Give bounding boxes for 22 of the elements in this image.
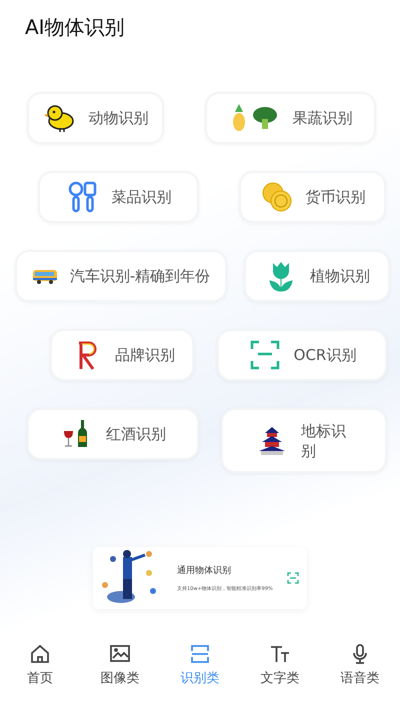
feature-card[interactable]: 菜品识别 <box>38 171 199 223</box>
scan-icon <box>287 572 299 584</box>
nav-tab[interactable]: 语音类 <box>325 643 395 687</box>
feature-card[interactable]: 品牌识别 <box>50 329 194 381</box>
feature-card[interactable]: 汽车识别-精确到年份 <box>15 250 227 302</box>
image-icon <box>109 643 131 665</box>
feature-card[interactable]: 货币识别 <box>239 171 386 223</box>
feature-card[interactable]: 地标识别 <box>221 408 387 473</box>
coins-icon <box>260 180 294 214</box>
banner-title: 通用物体识别 <box>177 564 232 577</box>
home-icon <box>29 643 51 665</box>
nav-tab[interactable]: 首页 <box>5 643 75 687</box>
text-size-icon <box>269 643 291 665</box>
scan-icon <box>189 643 211 665</box>
nav-tab[interactable]: 图像类 <box>85 643 155 687</box>
page-title: AI物体识别 <box>24 14 126 41</box>
feature-card[interactable]: 动物识别 <box>27 92 164 144</box>
feature-card[interactable]: 果蔬识别 <box>205 92 376 144</box>
feature-card[interactable]: OCR识别 <box>217 329 387 381</box>
feature-card[interactable]: 植物识别 <box>244 250 390 302</box>
feature-card[interactable]: 红酒识别 <box>27 408 199 460</box>
nav-tab[interactable]: 文字类 <box>245 643 315 687</box>
